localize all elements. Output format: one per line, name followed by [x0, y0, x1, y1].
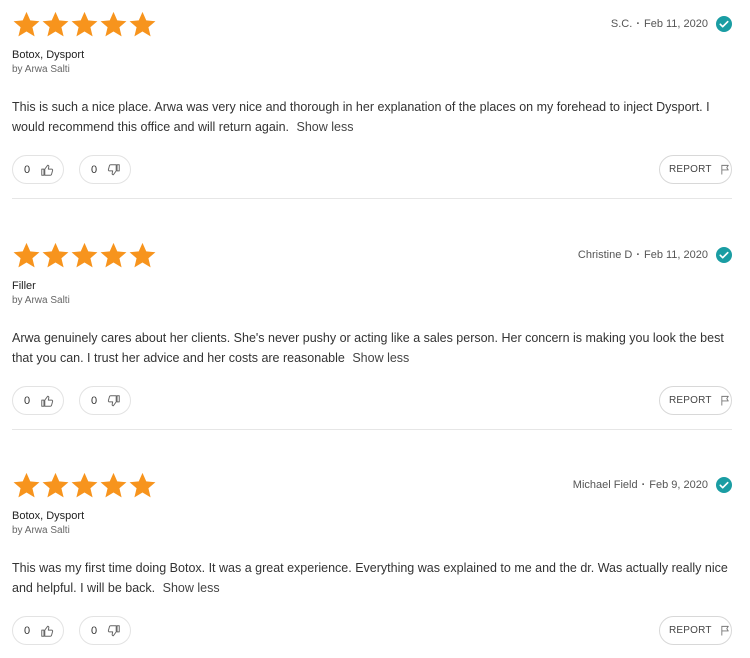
check-circle-icon: [716, 247, 732, 263]
review-meta: S.C. · Feb 11, 2020: [611, 16, 732, 32]
star-icon: [128, 10, 157, 39]
downvote-count: 0: [91, 624, 98, 637]
star-rating: [12, 471, 157, 500]
review-divider: [12, 429, 732, 430]
check-circle-icon: [716, 16, 732, 32]
upvote-button[interactable]: 0: [12, 616, 64, 645]
star-rating: [12, 241, 157, 270]
thumbs-up-icon: [40, 394, 54, 408]
upvote-count: 0: [24, 163, 31, 176]
review-treatment: Botox, Dysport: [12, 510, 85, 522]
review-treatment: Filler: [12, 280, 36, 292]
star-icon: [70, 241, 99, 270]
flag-icon: [720, 164, 731, 175]
review-text: This was my first time doing Botox. It w…: [12, 558, 737, 598]
star-icon: [41, 241, 70, 270]
upvote-button[interactable]: 0: [12, 386, 64, 415]
star-icon: [12, 241, 41, 270]
review-text: This is such a nice place. Arwa was very…: [12, 97, 737, 137]
star-icon: [70, 10, 99, 39]
thumbs-down-icon: [107, 624, 121, 638]
review-author: Michael Field: [572, 479, 638, 491]
meta-separator: ·: [636, 249, 640, 261]
upvote-count: 0: [24, 624, 31, 637]
review-date: Feb 11, 2020: [643, 249, 708, 261]
show-less-link[interactable]: Show less: [352, 351, 409, 365]
report-button[interactable]: REPORT: [659, 155, 732, 184]
report-label: REPORT: [669, 395, 712, 406]
review-provider: by Arwa Salti: [12, 525, 70, 536]
review-divider: [12, 198, 732, 199]
show-less-link[interactable]: Show less: [296, 120, 353, 134]
review-treatment: Botox, Dysport: [12, 49, 85, 61]
flag-icon: [720, 395, 731, 406]
upvote-button[interactable]: 0: [12, 155, 64, 184]
review-provider: by Arwa Salti: [12, 64, 70, 75]
star-icon: [99, 471, 128, 500]
show-less-link[interactable]: Show less: [163, 581, 220, 595]
downvote-button[interactable]: 0: [79, 155, 131, 184]
review-author: Christine D: [577, 249, 633, 261]
thumbs-down-icon: [107, 394, 121, 408]
star-icon: [12, 10, 41, 39]
report-button[interactable]: REPORT: [659, 616, 732, 645]
review-text: Arwa genuinely cares about her clients. …: [12, 328, 737, 368]
star-icon: [99, 10, 128, 39]
review-meta: Michael Field · Feb 9, 2020: [573, 477, 732, 493]
review-body: This was my first time doing Botox. It w…: [12, 561, 728, 595]
downvote-count: 0: [91, 394, 98, 407]
review-author: S.C.: [610, 18, 633, 30]
star-icon: [128, 241, 157, 270]
downvote-button[interactable]: 0: [79, 386, 131, 415]
meta-separator: ·: [641, 479, 646, 491]
star-icon: [41, 471, 70, 500]
review-date: Feb 9, 2020: [649, 479, 708, 491]
star-icon: [99, 241, 128, 270]
downvote-count: 0: [91, 163, 98, 176]
review-provider: by Arwa Salti: [12, 295, 70, 306]
star-icon: [41, 10, 70, 39]
review-date: Feb 11, 2020: [643, 18, 708, 30]
meta-separator: ·: [636, 18, 640, 30]
star-icon: [128, 471, 157, 500]
report-button[interactable]: REPORT: [659, 386, 732, 415]
star-icon: [70, 471, 99, 500]
thumbs-up-icon: [40, 163, 54, 177]
report-label: REPORT: [669, 164, 712, 175]
star-icon: [12, 471, 41, 500]
downvote-button[interactable]: 0: [79, 616, 131, 645]
star-rating: [12, 10, 157, 39]
review-meta: Christine D · Feb 11, 2020: [578, 247, 732, 263]
review-body: This is such a nice place. Arwa was very…: [12, 100, 710, 134]
report-label: REPORT: [669, 625, 712, 636]
thumbs-down-icon: [107, 163, 121, 177]
check-circle-icon: [716, 477, 732, 493]
flag-icon: [720, 625, 731, 636]
thumbs-up-icon: [40, 624, 54, 638]
upvote-count: 0: [24, 394, 31, 407]
